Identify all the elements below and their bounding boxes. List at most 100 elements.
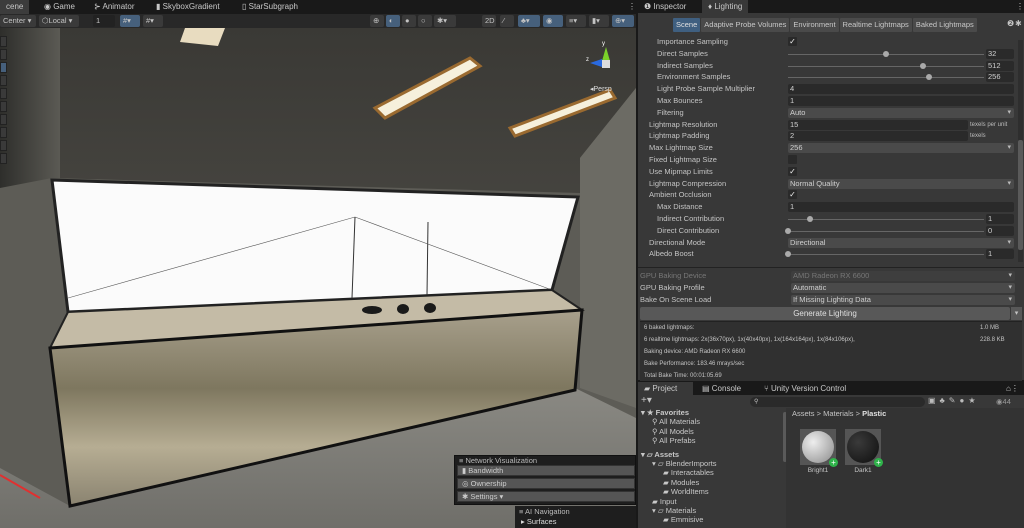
setting-row: Indirect Contribution 1 — [638, 213, 1018, 225]
subtab-baked-lightmaps[interactable]: Baked Lightmaps — [912, 18, 977, 32]
wireframe-mode-button[interactable]: ○ — [418, 15, 432, 27]
search-input[interactable]: ⚲ — [750, 397, 925, 407]
setting-slider[interactable] — [788, 216, 984, 222]
tree-item[interactable]: ▰ Emmisive — [663, 515, 703, 525]
breadcrumb-materials[interactable]: Materials — [823, 409, 853, 418]
setting-value-field[interactable]: 256 — [986, 72, 1014, 83]
pivot-dropdown[interactable]: Center ▾ — [0, 15, 36, 27]
bake-on-scene-load-dropdown[interactable]: If Missing Lighting Data — [791, 295, 1015, 305]
asset-dark1[interactable]: + Dark1 — [845, 429, 883, 477]
orientation-gizmo[interactable]: y z — [583, 36, 633, 88]
tab-skybox-gradient[interactable]: ▮ SkyboxGradient — [150, 0, 226, 14]
setting-slider[interactable] — [788, 74, 984, 81]
setting-dropdown[interactable]: 256 — [788, 143, 1014, 154]
breadcrumb-assets[interactable]: Assets — [792, 409, 815, 418]
slider-handle[interactable] — [806, 216, 813, 222]
tab-console[interactable]: ▤ Console — [696, 382, 747, 395]
setting-dropdown[interactable]: Normal Quality — [788, 178, 1014, 189]
tab-project[interactable]: ▰ Project — [638, 382, 693, 395]
setting-checkbox[interactable]: ✓ — [788, 190, 797, 200]
subtab-realtime-lightmaps[interactable]: Realtime Lightmaps — [839, 18, 912, 32]
create-button[interactable]: +▾ — [641, 395, 652, 407]
tab-inspector[interactable]: ❶ Inspector — [638, 0, 692, 13]
setting-value-field[interactable]: 1 — [986, 249, 1014, 260]
shaded-mode-button[interactable]: ◐ — [386, 15, 400, 27]
gpu-baking-device-dropdown: AMD Radeon RX 6600 — [791, 271, 1015, 281]
slider-handle[interactable] — [926, 74, 933, 81]
tab-lighting[interactable]: ♦ Lighting — [702, 0, 749, 13]
gizmos-button[interactable]: ▮▾ — [589, 15, 609, 27]
grid-snap-button[interactable]: #▾ — [120, 15, 140, 27]
scrollbar[interactable] — [1018, 40, 1023, 262]
lock-icon[interactable]: ⌂⋮ — [1000, 382, 1024, 395]
surfaces-item[interactable]: ▸ Surfaces — [521, 517, 556, 526]
gizmo-center-cube[interactable] — [602, 60, 610, 68]
slider-handle[interactable] — [785, 227, 791, 234]
setting-dropdown[interactable]: Auto — [788, 107, 1014, 118]
asset-bright1[interactable]: + Bright1 — [800, 429, 838, 477]
draw-mode-button[interactable]: ⊕ — [370, 15, 384, 27]
setting-dropdown[interactable]: Directional — [788, 237, 1014, 248]
setting-value-field[interactable]: 0 — [986, 225, 1014, 236]
setting-value-field[interactable]: 32 — [986, 48, 1014, 59]
setting-label: Max Lightmap Size — [649, 143, 713, 153]
tab-animator[interactable]: ⊱ Animator — [88, 0, 141, 14]
gear-icon[interactable]: ✱ — [1015, 19, 1022, 28]
y-axis-handle[interactable] — [602, 47, 610, 61]
setting-value-field[interactable]: 1 — [788, 202, 1014, 213]
generate-lighting-button[interactable]: Generate Lighting — [640, 307, 1010, 320]
setting-value-field[interactable]: 4 — [788, 84, 1014, 95]
more-options-icon[interactable]: ⋮ — [1010, 0, 1024, 13]
tab-game[interactable]: ◉ Game — [38, 0, 81, 14]
tree-item[interactable]: ⚲ All Prefabs — [652, 436, 695, 446]
tool-palette[interactable] — [0, 36, 7, 166]
breadcrumb-plastic[interactable]: Plastic — [862, 409, 886, 418]
tab-unity-version-control[interactable]: ⑂ Unity Version Control — [758, 382, 852, 395]
setting-value-field[interactable]: 512 — [986, 60, 1014, 71]
unlit-mode-button[interactable]: ● — [402, 15, 416, 27]
tab-star-subgraph[interactable]: ▯ StarSubgraph — [236, 0, 304, 14]
slider-handle[interactable] — [785, 251, 791, 258]
setting-row: Direct Contribution 0 — [638, 225, 1018, 237]
generate-lighting-dropdown[interactable]: ▾ — [1011, 307, 1022, 320]
setting-slider[interactable] — [785, 227, 984, 234]
setting-checkbox[interactable]: ✓ — [788, 37, 797, 46]
settings-button[interactable]: ✱ Settings ▾ — [457, 491, 635, 502]
setting-slider[interactable] — [785, 251, 984, 258]
subtab-adaptive-probe-volumes[interactable]: Adaptive Probe Volumes — [701, 18, 790, 32]
ownership-button[interactable]: ◎ Ownership — [457, 478, 635, 489]
audio-effects-toggle[interactable]: ♣▾ — [518, 15, 540, 27]
slider-handle[interactable] — [883, 50, 889, 57]
lighting-toggle[interactable]: ⁄ — [500, 15, 514, 27]
scene-camera-button[interactable]: ≡▾ — [566, 15, 586, 27]
subtab-environment[interactable]: Environment — [790, 18, 839, 32]
setting-checkbox[interactable]: ✓ — [788, 166, 797, 176]
setting-slider[interactable] — [788, 62, 984, 69]
tab-scene[interactable]: cene — [0, 0, 30, 14]
debug-mode-button[interactable]: ✱▾ — [434, 15, 456, 27]
bandwidth-button[interactable]: ▮ Bandwidth — [457, 465, 635, 476]
grid-size-input[interactable]: 1 — [93, 15, 115, 27]
gpu-baking-profile-dropdown[interactable]: Automatic — [791, 283, 1015, 293]
bake-section: GPU Baking Device AMD Radeon RX 6600 GPU… — [638, 267, 1024, 381]
setting-checkbox[interactable] — [788, 155, 797, 164]
overlay-menu-button[interactable]: ⊕▾ — [612, 15, 634, 27]
space-dropdown[interactable]: ⬡Local ▾ — [39, 15, 79, 27]
subtab-scene[interactable]: Scene — [673, 18, 701, 32]
scene-view[interactable]: y z ◂Persp — [0, 28, 636, 528]
setting-value-field[interactable]: 1 — [788, 96, 1014, 106]
visibility-toggle[interactable]: ◉ — [543, 15, 563, 27]
slider-handle[interactable] — [920, 62, 927, 69]
filter-icons[interactable]: ▣♣✎●★ — [928, 396, 980, 405]
help-icon[interactable]: ❷ — [1007, 19, 1014, 28]
2d-toggle[interactable]: 2D — [482, 15, 496, 27]
setting-slider[interactable] — [788, 50, 984, 57]
setting-label: Indirect Contribution — [657, 214, 725, 223]
setting-value-field[interactable]: 1 — [986, 214, 1014, 224]
z-axis-handle[interactable] — [590, 59, 602, 67]
setting-value-field[interactable]: 2 — [788, 131, 968, 142]
setting-row: Environment Samples 256 — [638, 71, 1018, 83]
projection-label[interactable]: ◂Persp — [590, 85, 612, 93]
increment-snap-button[interactable]: #▾ — [143, 15, 163, 27]
setting-value-field[interactable]: 15 — [788, 119, 968, 130]
